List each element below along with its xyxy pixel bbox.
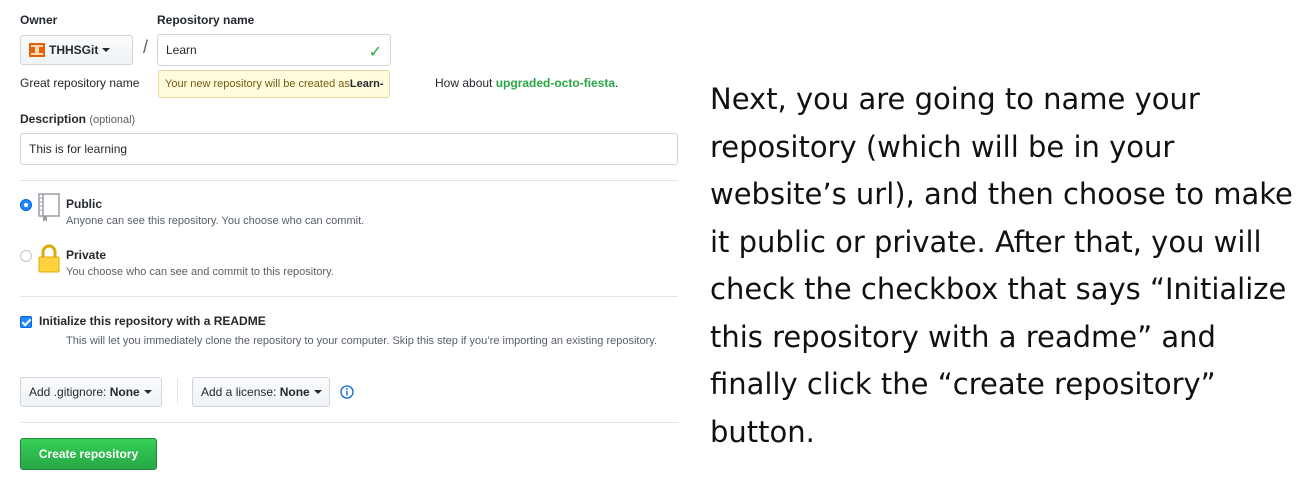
suggestion-name[interactable]: upgraded-octo-fiesta [496,76,615,90]
great-name-text: Great repository name [20,76,140,90]
gitignore-value: None [109,385,140,399]
owner-avatar-icon [29,43,45,57]
license-select[interactable]: Add a license: None [192,377,330,407]
name-suggestion: How about upgraded-octo-fiesta. [435,76,619,90]
private-radio[interactable] [20,250,32,262]
owner-select[interactable]: THHSGit [20,35,133,65]
description-input[interactable]: This is for learning [20,133,678,165]
license-prefix: Add a license: [201,385,277,399]
init-readme-checkbox[interactable] [20,316,32,328]
private-title: Private [66,248,107,262]
description-label: Description (optional) [20,112,135,126]
license-value: None [279,385,310,399]
new-repository-form: Owner THHSGit / Repository name Learn ✓ … [20,0,678,486]
divider [20,296,678,297]
vertical-separator [177,378,178,404]
repo-name-tooltip: Your new repository will be created as L… [158,70,391,98]
chevron-down-icon [102,48,111,52]
repo-book-icon [38,193,60,222]
owner-label: Owner [20,13,58,27]
public-radio[interactable] [20,199,32,211]
divider [20,180,678,181]
gitignore-select[interactable]: Add .gitignore: None [20,377,162,407]
description-optional-text: (optional) [89,114,136,126]
repo-name-label: Repository name [157,13,255,27]
init-readme-title: Initialize this repository with a README [39,314,266,328]
instructions-text: Next, you are going to name your reposit… [710,82,1293,449]
gitignore-prefix: Add .gitignore: [29,385,107,399]
lock-icon [38,244,60,273]
create-repository-button[interactable]: Create repository [20,438,157,470]
public-title: Public [66,197,103,211]
owner-name: THHSGit [49,43,99,57]
info-icon[interactable] [340,385,354,399]
chevron-down-icon [313,390,322,394]
description-label-text: Description [20,112,87,126]
tooltip-name: Learn- [349,78,384,90]
suggestion-prefix: How about [435,76,496,90]
init-readme-description: This will let you immediately clone the … [66,335,657,347]
description-value: This is for learning [29,142,128,156]
divider [20,422,678,423]
public-description: Anyone can see this repository. You choo… [66,215,365,227]
tooltip-prefix: Your new repository will be created as [165,78,350,90]
chevron-down-icon [143,390,152,394]
private-description: You choose who can see and commit to thi… [66,266,334,278]
repo-name-value: Learn [166,43,197,57]
check-icon: ✓ [368,44,382,61]
owner-repo-separator: / [143,37,149,57]
repo-name-input[interactable]: Learn ✓ [157,34,391,66]
